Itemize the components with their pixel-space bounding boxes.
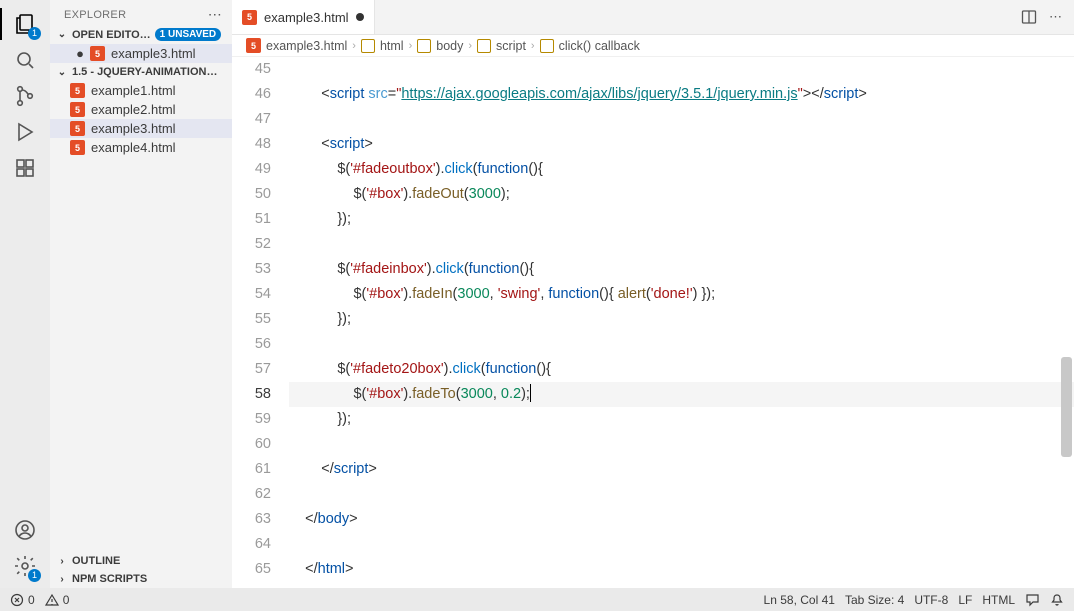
- split-editor-icon[interactable]: [1021, 9, 1037, 25]
- open-editors-label: OPEN EDITO…: [72, 29, 151, 41]
- open-editor-item[interactable]: ● 5 example3.html: [50, 44, 232, 63]
- explorer-sidebar: EXPLORER ⋯ ⌄ OPEN EDITO… 1 UNSAVED ● 5 e…: [50, 0, 232, 588]
- html-file-icon: 5: [246, 38, 261, 53]
- open-editor-label: example3.html: [111, 46, 196, 61]
- breadcrumb[interactable]: 5 example3.html › html › body › script ›…: [232, 35, 1074, 57]
- outline-header[interactable]: › OUTLINE: [50, 552, 232, 570]
- settings-badge: 1: [28, 569, 41, 582]
- dirty-indicator-icon: ●: [76, 46, 84, 61]
- symbol-icon: [540, 39, 554, 53]
- activity-bar: 1 1: [0, 0, 50, 588]
- file-label: example1.html: [91, 83, 176, 98]
- chevron-right-icon: ›: [531, 40, 535, 52]
- tab-label: example3.html: [264, 10, 349, 25]
- run-debug-icon[interactable]: [11, 118, 39, 146]
- breadcrumb-part[interactable]: body: [436, 39, 463, 53]
- status-feedback-icon[interactable]: [1025, 592, 1040, 607]
- symbol-icon: [361, 39, 375, 53]
- status-cursor[interactable]: Ln 58, Col 41: [764, 593, 835, 607]
- source-control-icon[interactable]: [11, 82, 39, 110]
- html-file-icon: 5: [90, 46, 105, 61]
- explorer-title: EXPLORER: [64, 9, 126, 21]
- dirty-indicator-icon: [356, 13, 364, 21]
- file-item[interactable]: 5 example3.html: [50, 119, 232, 138]
- settings-gear-icon[interactable]: 1: [11, 552, 39, 580]
- status-errors[interactable]: 0: [10, 593, 35, 607]
- tabs-row: 5 example3.html ⋯: [232, 0, 1074, 35]
- code-pane[interactable]: <script src="https://ajax.googleapis.com…: [289, 57, 1074, 588]
- outline-label: OUTLINE: [72, 555, 120, 567]
- editor-more-icon[interactable]: ⋯: [1049, 9, 1062, 25]
- html-file-icon: 5: [242, 10, 257, 25]
- editor-body[interactable]: 4546474849505152535455565758596061626364…: [232, 57, 1074, 588]
- npm-label: NPM SCRIPTS: [72, 573, 147, 585]
- html-file-icon: 5: [70, 102, 85, 117]
- status-eol[interactable]: LF: [958, 593, 972, 607]
- file-label: example3.html: [91, 121, 176, 136]
- status-bell-icon[interactable]: [1050, 593, 1064, 607]
- file-item[interactable]: 5 example4.html: [50, 138, 232, 157]
- unsaved-badge: 1 UNSAVED: [155, 28, 222, 41]
- status-language[interactable]: HTML: [982, 593, 1015, 607]
- chevron-down-icon: ⌄: [56, 29, 68, 40]
- tab-example3[interactable]: 5 example3.html: [232, 0, 375, 34]
- status-warnings[interactable]: 0: [45, 593, 70, 607]
- status-tabsize[interactable]: Tab Size: 4: [845, 593, 904, 607]
- explorer-icon[interactable]: 1: [11, 10, 39, 38]
- breadcrumb-file[interactable]: example3.html: [266, 39, 347, 53]
- line-gutter: 4546474849505152535455565758596061626364…: [232, 57, 289, 588]
- search-icon[interactable]: [11, 46, 39, 74]
- file-item[interactable]: 5 example1.html: [50, 81, 232, 100]
- file-label: example4.html: [91, 140, 176, 155]
- symbol-icon: [417, 39, 431, 53]
- status-bar: 0 0 Ln 58, Col 41 Tab Size: 4 UTF-8 LF H…: [0, 588, 1074, 611]
- open-editors-header[interactable]: ⌄ OPEN EDITO… 1 UNSAVED: [50, 25, 232, 44]
- explorer-badge: 1: [28, 27, 41, 40]
- status-encoding[interactable]: UTF-8: [914, 593, 948, 607]
- chevron-right-icon: ›: [56, 556, 68, 567]
- html-file-icon: 5: [70, 83, 85, 98]
- accounts-icon[interactable]: [11, 516, 39, 544]
- scrollbar-thumb[interactable]: [1061, 357, 1072, 457]
- explorer-more-icon[interactable]: ⋯: [208, 6, 222, 23]
- chevron-right-icon: ›: [468, 40, 472, 52]
- editor-region: 5 example3.html ⋯ 5 example3.html › html…: [232, 0, 1074, 588]
- chevron-down-icon: ⌄: [56, 67, 68, 78]
- extensions-icon[interactable]: [11, 154, 39, 182]
- file-item[interactable]: 5 example2.html: [50, 100, 232, 119]
- symbol-icon: [477, 39, 491, 53]
- file-label: example2.html: [91, 102, 176, 117]
- html-file-icon: 5: [70, 121, 85, 136]
- chevron-right-icon: ›: [409, 40, 413, 52]
- folder-header[interactable]: ⌄ 1.5 - JQUERY-ANIMATION…: [50, 63, 232, 81]
- breadcrumb-part[interactable]: script: [496, 39, 526, 53]
- breadcrumb-part[interactable]: html: [380, 39, 404, 53]
- chevron-right-icon: ›: [56, 574, 68, 585]
- chevron-right-icon: ›: [352, 40, 356, 52]
- folder-label: 1.5 - JQUERY-ANIMATION…: [72, 66, 217, 78]
- npm-scripts-header[interactable]: › NPM SCRIPTS: [50, 570, 232, 588]
- html-file-icon: 5: [70, 140, 85, 155]
- breadcrumb-part[interactable]: click() callback: [559, 39, 640, 53]
